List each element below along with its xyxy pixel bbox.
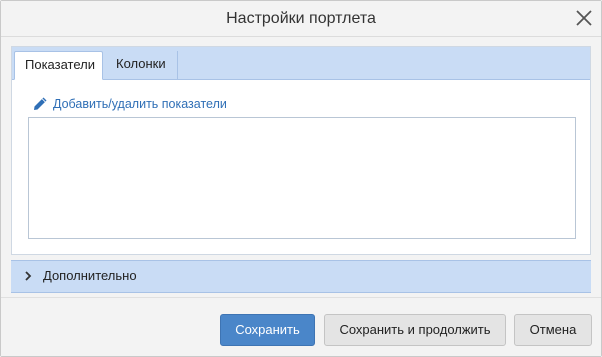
edit-indicators-link[interactable]: Добавить/удалить показатели <box>32 96 227 112</box>
pencil-icon <box>34 97 47 110</box>
save-button[interactable]: Сохранить <box>220 314 315 346</box>
advanced-section-label: Дополнительно <box>43 268 137 283</box>
edit-indicators-label: Добавить/удалить показатели <box>53 97 227 111</box>
save-and-continue-button[interactable]: Сохранить и продолжить <box>324 314 506 346</box>
dialog-footer: Сохранить Сохранить и продолжить Отмена <box>1 297 601 356</box>
tab-panel: Показатели Колонки Добавить/удалить пока… <box>11 46 591 255</box>
tab-columns[interactable]: Колонки <box>106 51 178 79</box>
cancel-button[interactable]: Отмена <box>514 314 592 346</box>
indicators-list[interactable] <box>28 117 576 239</box>
close-icon <box>576 10 592 26</box>
close-button[interactable] <box>573 7 595 29</box>
dialog-title: Настройки портлета <box>226 10 376 27</box>
tab-bar: Показатели Колонки <box>12 47 590 80</box>
portlet-settings-dialog: Настройки портлета Показатели Колонки До… <box>0 0 602 357</box>
dialog-titlebar: Настройки портлета <box>1 1 601 37</box>
advanced-section-toggle[interactable]: Дополнительно <box>11 260 591 293</box>
tab-indicators[interactable]: Показатели <box>14 51 103 80</box>
chevron-right-icon <box>25 271 32 281</box>
